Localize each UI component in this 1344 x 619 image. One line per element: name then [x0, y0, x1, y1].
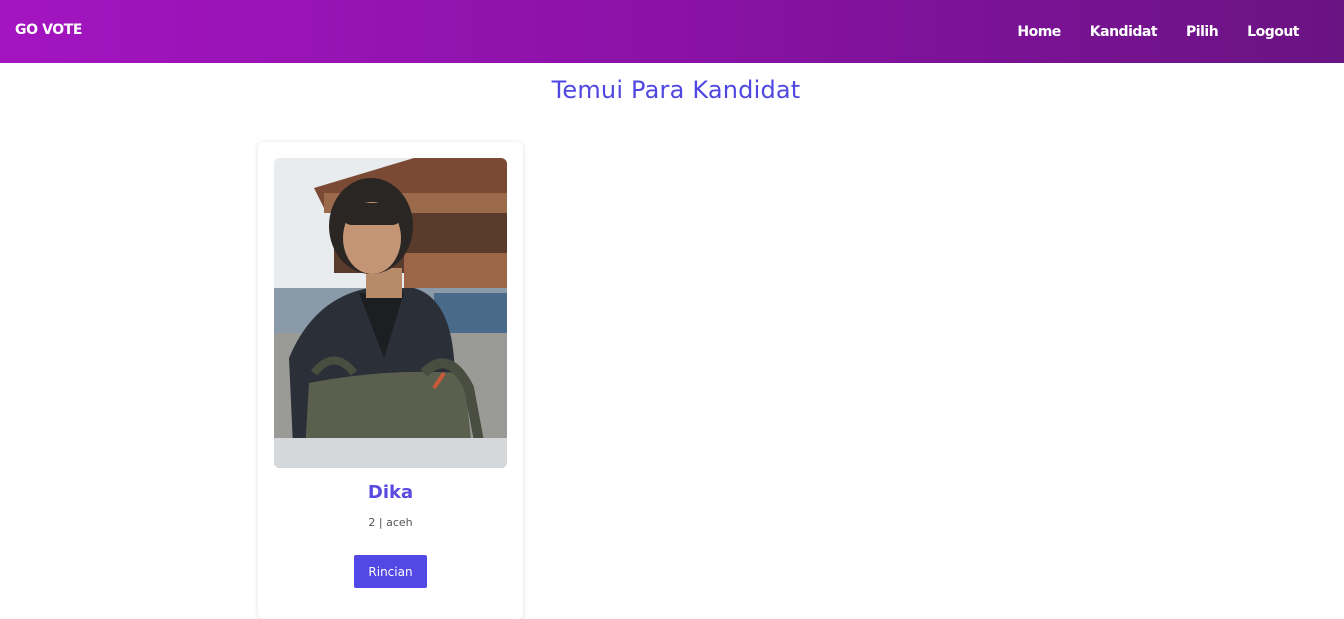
- candidate-photo: [274, 158, 507, 468]
- nav-link-logout[interactable]: Logout: [1247, 24, 1299, 40]
- candidate-meta: 2 | aceh: [368, 516, 413, 529]
- candidate-name: Dika: [367, 482, 414, 503]
- nav-link-pilih[interactable]: Pilih: [1186, 24, 1219, 40]
- candidate-card: Dika 2 | aceh Rincian: [258, 142, 523, 619]
- brand-logo[interactable]: GO VOTE: [15, 22, 82, 38]
- rincian-button[interactable]: Rincian: [354, 555, 427, 588]
- nav-link-kandidat[interactable]: Kandidat: [1090, 24, 1158, 40]
- navbar: GO VOTE Home Kandidat Pilih Logout: [0, 0, 1344, 63]
- nav-links: Home Kandidat Pilih Logout: [988, 24, 1299, 40]
- page-title: Temui Para Kandidat: [551, 76, 801, 104]
- nav-link-home[interactable]: Home: [1017, 24, 1061, 40]
